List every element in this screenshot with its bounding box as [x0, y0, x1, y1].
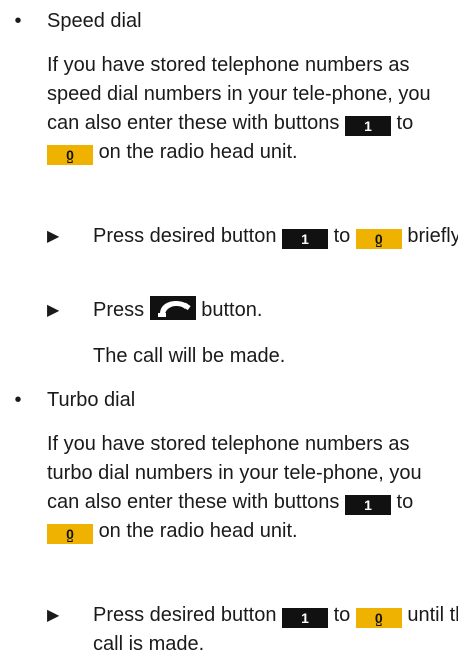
key-0-button: 0 ␣	[47, 524, 93, 544]
key-0-sub-label: ␣	[66, 532, 74, 542]
turbo-dial-title: Turbo dial	[47, 389, 136, 411]
key-0-sub-label: ␣	[375, 616, 383, 626]
bullet-speed-dial: •	[14, 10, 22, 32]
speed-dial-step2-end: button.	[201, 299, 263, 321]
speed-dial-intro-end: on the radio head unit.	[98, 141, 298, 163]
speed-dial-title: Speed dial	[47, 10, 142, 32]
speed-dial-step1-to: to	[333, 225, 351, 247]
step-arrow-icon: ▶	[47, 302, 60, 319]
step-arrow-icon: ▶	[47, 228, 60, 245]
speed-dial-step-1: ▶ Press desired button 1 to 0␣ briefly.	[47, 222, 458, 251]
phone-handset-icon	[149, 296, 196, 320]
speed-dial-step2-text: Press	[93, 299, 145, 321]
speed-dial-step1-end: briefly.	[407, 225, 458, 247]
turbo-dial-step-1: ▶ Press desired button 1 to 0␣ until the…	[47, 601, 458, 659]
speed-dial-result: The call will be made.	[93, 345, 286, 367]
turbo-dial-intro-end: on the radio head unit.	[98, 520, 298, 542]
speed-dial-step-2: ▶ Press button.	[47, 296, 458, 325]
key-1-button: 1	[344, 116, 391, 136]
speed-dial-intro: If you have stored telephone numbers as …	[47, 51, 447, 167]
step-arrow-icon: ▶	[47, 607, 60, 624]
key-1-button: 1	[282, 229, 328, 249]
turbo-dial-section: • Turbo dial	[0, 386, 448, 415]
turbo-dial-step1-to: to	[333, 604, 351, 626]
key-0-button: 0 ␣	[355, 229, 402, 249]
speed-dial-section: • Speed dial	[0, 7, 448, 36]
turbo-dial-step1-text: Press desired button	[93, 604, 277, 626]
turbo-dial-intro: If you have stored telephone numbers as …	[47, 430, 447, 546]
key-0-sub-label: ␣	[375, 237, 383, 247]
bullet-turbo-dial: •	[14, 389, 22, 411]
key-0-sub-label: ␣	[66, 153, 74, 163]
key-1-button: 1	[344, 495, 391, 515]
speed-dial-step1-text: Press desired button	[93, 225, 277, 247]
manual-page: • Speed dial If you have stored telephon…	[0, 0, 458, 666]
key-0-button: 0 ␣	[355, 608, 402, 628]
key-1-button: 1	[282, 608, 328, 628]
speed-dial-intro-to: to	[396, 112, 414, 134]
turbo-dial-intro-to: to	[396, 491, 414, 513]
key-0-button: 0 ␣	[47, 145, 93, 165]
